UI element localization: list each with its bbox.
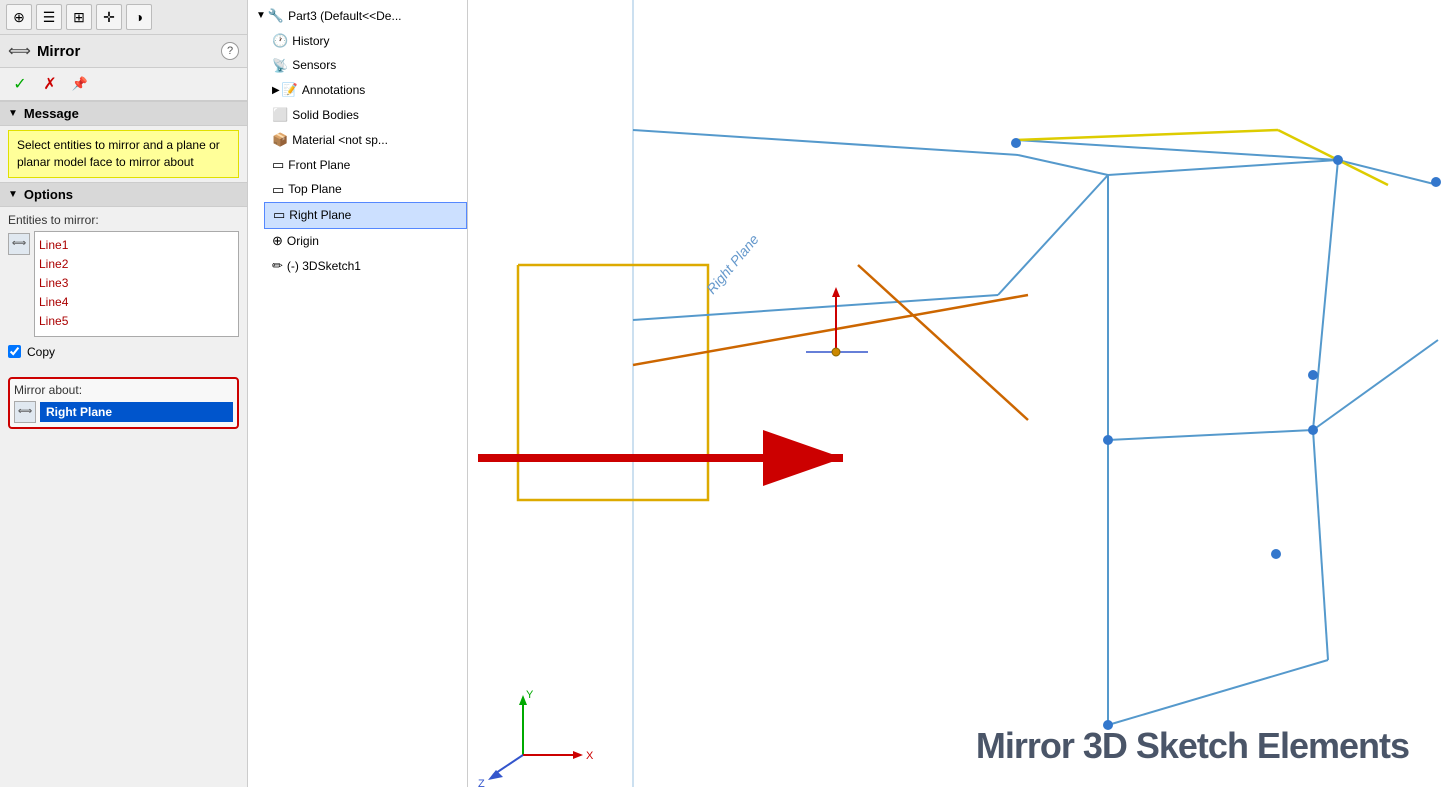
svg-text:X: X [586, 750, 594, 762]
message-section-header[interactable]: ▼ Message [0, 101, 247, 126]
svg-text:Y: Y [526, 689, 534, 701]
tree-item-0[interactable]: 🕐History [264, 29, 467, 54]
tree-item-label: Solid Bodies [292, 106, 359, 125]
tree-item-4[interactable]: 📦Material <not sp... [264, 128, 467, 153]
tree-item-arrow: ▶ [272, 83, 280, 99]
viewport: Y X Z Right Plane Mirror 3D Sketch Eleme… [468, 0, 1449, 787]
entity-item[interactable]: Line3 [39, 274, 234, 293]
mirror-about-icon: ⟺ [14, 401, 36, 423]
entity-item[interactable]: Line2 [39, 255, 234, 274]
copy-row: Copy [8, 345, 239, 359]
mirror-about-row: ⟺ Right Plane [14, 401, 233, 423]
tree-item-label: Annotations [302, 81, 365, 100]
entities-box: ⟺ Line1Line2Line3Line4Line5 [8, 231, 239, 337]
entities-label: Entities to mirror: [8, 213, 239, 227]
tree-item-label: Material <not sp... [292, 131, 388, 150]
tree-item-label: Sensors [292, 56, 336, 75]
toolbar: ⊕ ☰ ⊞ ✛ ◑ [0, 0, 247, 35]
cross-btn[interactable]: ✛ [96, 4, 122, 30]
tree-items: 🕐History📡Sensors▶📝Annotations⬜Solid Bodi… [248, 29, 467, 279]
copy-label: Copy [27, 345, 55, 359]
tree-item-icon: 🕐 [272, 31, 288, 52]
tree-item-icon: 📡 [272, 56, 288, 77]
copy-checkbox[interactable] [8, 345, 21, 358]
tree-root-arrow: ▼ [256, 8, 266, 24]
sketch-title: Mirror 3D Sketch Elements [976, 725, 1409, 767]
action-buttons: ✓ ✗ 📌 [0, 68, 247, 101]
message-arrow: ▼ [8, 108, 18, 119]
tree-item-1[interactable]: 📡Sensors [264, 54, 467, 79]
tree-item-icon: ⬜ [272, 105, 288, 126]
entity-item[interactable]: Line5 [39, 312, 234, 331]
message-content: Select entities to mirror and a plane or… [8, 130, 239, 178]
message-label: Message [24, 106, 79, 121]
tree-item-9[interactable]: ✏(-) 3DSketch1 [264, 254, 467, 279]
mirror-help-button[interactable]: ? [221, 42, 239, 60]
tree-item-2[interactable]: ▶📝Annotations [264, 78, 467, 103]
tree-item-6[interactable]: ▭Top Plane [264, 178, 467, 203]
tree-item-label: History [292, 32, 329, 51]
mirror-about-label: Mirror about: [14, 383, 233, 397]
tree-item-7[interactable]: ▭Right Plane [264, 202, 467, 229]
svg-text:Z: Z [478, 778, 485, 787]
tree-item-label: Origin [287, 232, 319, 251]
options-label: Options [24, 187, 73, 202]
tree-item-icon: ⊕ [272, 231, 283, 252]
options-section: ▼ Options Entities to mirror: ⟺ Line1Lin… [0, 182, 247, 373]
tree-item-icon: ▭ [272, 180, 284, 201]
appearance-btn[interactable]: ◑ [126, 4, 152, 30]
options-arrow: ▼ [8, 189, 18, 200]
cancel-button[interactable]: ✗ [38, 72, 62, 96]
tree-item-icon: ▭ [273, 205, 285, 226]
tree-root-icon: 🔧 [268, 6, 284, 27]
message-section: ▼ Message Select entities to mirror and … [0, 101, 247, 182]
feature-tree: ▼ 🔧 Part3 (Default<<De... 🕐History📡Senso… [248, 0, 468, 787]
entities-list[interactable]: Line1Line2Line3Line4Line5 [34, 231, 239, 337]
confirm-button[interactable]: ✓ [8, 72, 32, 96]
entities-icon: ⟺ [8, 233, 30, 255]
mirror-title: Mirror [37, 43, 215, 60]
tree-root-label: Part3 (Default<<De... [288, 7, 401, 26]
tree-item-3[interactable]: ⬜Solid Bodies [264, 103, 467, 128]
smart-dimension-btn[interactable]: ⊕ [6, 4, 32, 30]
mirror-icon: ⟺ [8, 41, 31, 61]
tree-item-8[interactable]: ⊕Origin [264, 229, 467, 254]
tree-root[interactable]: ▼ 🔧 Part3 (Default<<De... [248, 4, 467, 29]
tree-item-icon: ✏ [272, 256, 283, 277]
tree-item-icon: ▭ [272, 155, 284, 176]
sketch-canvas: Y X Z Right Plane [468, 0, 1449, 787]
tree-item-label: Right Plane [289, 206, 351, 225]
mirror-header: ⟺ Mirror ? [0, 35, 247, 68]
mirror-about-value[interactable]: Right Plane [40, 402, 233, 422]
tree-item-icon: 📝 [282, 80, 298, 101]
tree-item-label: Front Plane [288, 156, 350, 175]
options-section-header[interactable]: ▼ Options [0, 182, 247, 207]
note-btn[interactable]: ☰ [36, 4, 62, 30]
clipboard-btn[interactable]: ⊞ [66, 4, 92, 30]
options-content: Entities to mirror: ⟺ Line1Line2Line3Lin… [0, 207, 247, 373]
tree-item-icon: 📦 [272, 130, 288, 151]
tree-item-label: (-) 3DSketch1 [287, 257, 361, 276]
mirror-about-section: Mirror about: ⟺ Right Plane [8, 377, 239, 429]
entity-item[interactable]: Line1 [39, 236, 234, 255]
tree-item-label: Top Plane [288, 180, 341, 199]
tree-item-5[interactable]: ▭Front Plane [264, 153, 467, 178]
pin-button[interactable]: 📌 [68, 72, 92, 96]
entity-item[interactable]: Line4 [39, 293, 234, 312]
